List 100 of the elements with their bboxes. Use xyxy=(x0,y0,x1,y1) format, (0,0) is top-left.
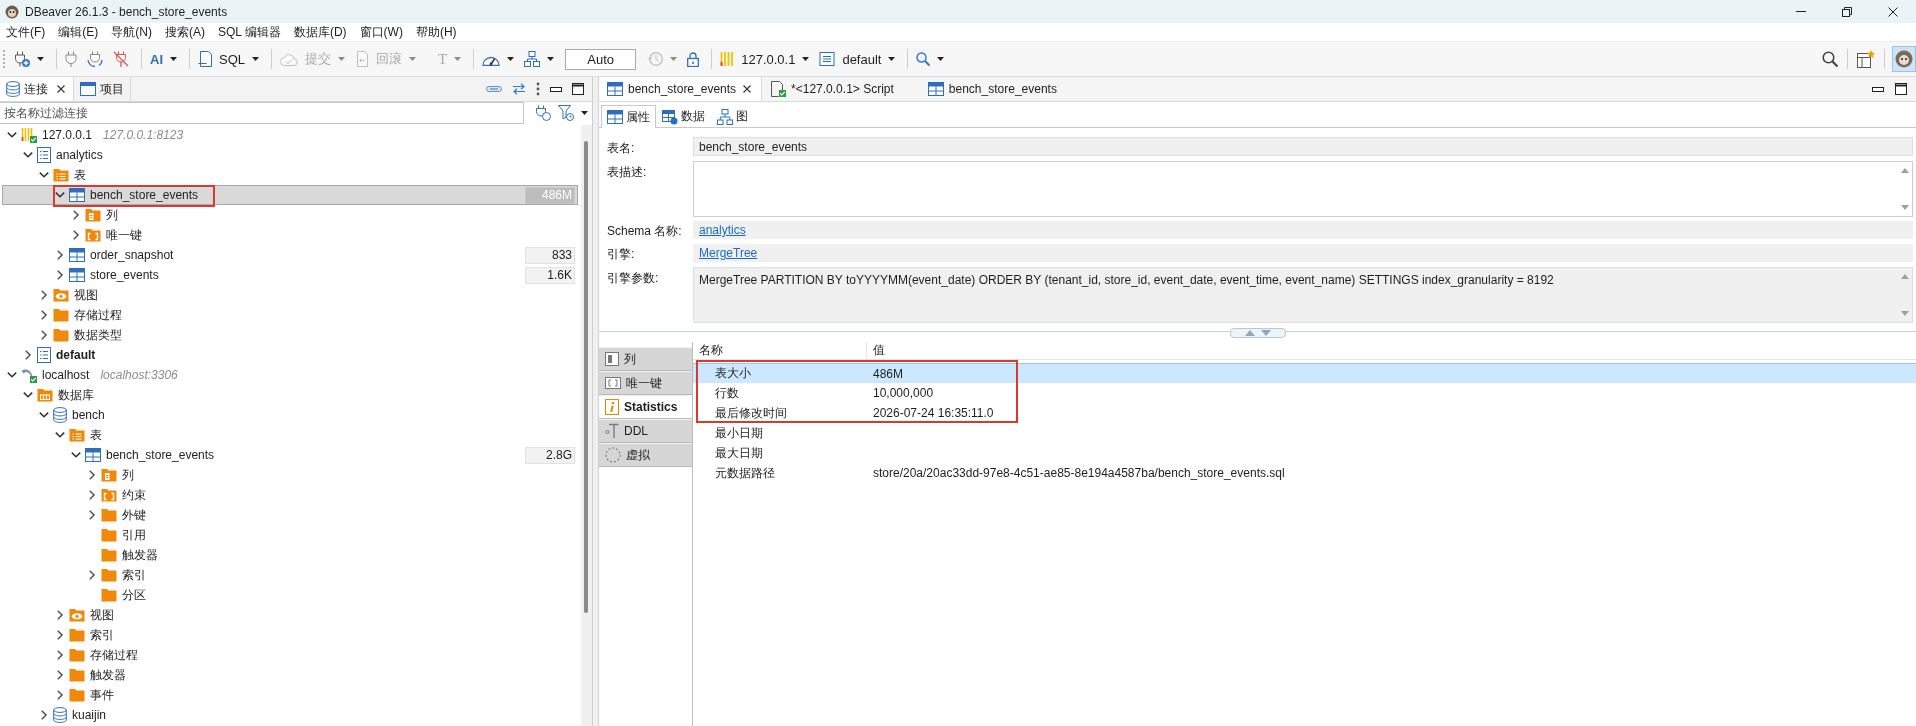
menu-item[interactable]: 数据库(D) xyxy=(287,23,353,41)
side-tab[interactable]: 虚拟 xyxy=(599,443,692,467)
avatar-button[interactable] xyxy=(1892,46,1916,72)
tree-item[interactable]: 分区 xyxy=(2,585,578,605)
chevron-right-icon[interactable] xyxy=(55,690,65,700)
editor-tab[interactable]: *<127.0.0.1> Script xyxy=(762,77,920,101)
link-button[interactable] xyxy=(512,83,526,95)
tree-item[interactable]: 约束 xyxy=(2,485,578,505)
minimize-button[interactable] xyxy=(550,86,562,92)
tree-item[interactable]: default xyxy=(2,345,578,365)
table-row[interactable]: 元数据路径 store/20a/20ac33dd-97e8-4c51-ae85-8e194a4587ba/bench_store_events.sql xyxy=(693,463,1916,483)
scrollbar[interactable] xyxy=(581,125,592,726)
sql-editor-button[interactable]: SQL xyxy=(195,47,262,71)
side-tab[interactable]: 唯一键 xyxy=(599,371,692,395)
chevron-down-icon[interactable] xyxy=(7,370,17,380)
tree-item[interactable]: 数据类型 xyxy=(2,325,578,345)
tree-item[interactable]: 索引 xyxy=(2,625,578,645)
tree-item[interactable]: 索引 xyxy=(2,565,578,585)
side-tab[interactable]: Statistics xyxy=(599,395,692,419)
chevron-down-icon[interactable] xyxy=(23,390,33,400)
tree-item[interactable]: 列 xyxy=(2,465,578,485)
menu-item[interactable]: 文件(F) xyxy=(0,23,52,41)
menu-item[interactable]: 导航(N) xyxy=(105,23,158,41)
chevron-right-icon[interactable] xyxy=(39,290,49,300)
column-header[interactable]: 名称 xyxy=(693,342,867,359)
view-tab[interactable]: 属性 xyxy=(601,105,656,128)
chevron-right-icon[interactable] xyxy=(55,650,65,660)
chevron-down-icon[interactable] xyxy=(71,450,81,460)
tree-item[interactable]: 视图 xyxy=(2,285,578,305)
tree-item[interactable]: 数据库 xyxy=(2,385,578,405)
chevron-right-icon[interactable] xyxy=(39,710,49,720)
menu-item[interactable]: 编辑(E) xyxy=(52,23,105,41)
active-schema-button[interactable]: default xyxy=(816,47,899,71)
tree-item[interactable]: 列 xyxy=(2,205,578,225)
chevron-right-icon[interactable] xyxy=(55,610,65,620)
connection-filter-button[interactable] xyxy=(535,105,551,121)
menu-item[interactable]: 帮助(H) xyxy=(409,23,463,41)
text-field[interactable]: bench_store_events xyxy=(693,137,1913,156)
tree-item[interactable]: bench xyxy=(2,405,578,425)
close-button[interactable] xyxy=(741,83,754,95)
column-header[interactable]: 值 xyxy=(867,342,885,359)
chevron-down-icon[interactable] xyxy=(7,130,17,140)
text-area[interactable]: MergeTree PARTITION BY toYYYYMM(event_date) ORDER BY (tenant_id, store_id, event_date, event_time, event_name) SETTINGS index_granularity = 8192 xyxy=(693,267,1913,323)
tree-item[interactable]: store_events 1.6K xyxy=(2,265,578,285)
ai-button[interactable]: AI xyxy=(147,47,180,71)
table-row[interactable]: 最小日期 xyxy=(693,423,1916,443)
editor-tab[interactable]: bench_store_events xyxy=(919,77,1083,101)
menu-button[interactable] xyxy=(536,82,540,96)
chevron-right-icon[interactable] xyxy=(71,230,81,240)
filter-menu-button[interactable] xyxy=(581,111,588,115)
chevron-right-icon[interactable] xyxy=(87,510,97,520)
chevron-down-icon[interactable] xyxy=(55,430,65,440)
table-row[interactable]: 表大小 486M xyxy=(693,363,1916,383)
chevron-down-icon[interactable] xyxy=(23,150,33,160)
tree-item[interactable]: 引用 xyxy=(2,525,578,545)
panel-tab[interactable]: 项目 xyxy=(74,77,131,101)
link[interactable]: analytics xyxy=(699,223,746,237)
table-row[interactable]: 最后修改时间 2026-07-24 16:35:11.0 xyxy=(693,403,1916,423)
menu-item[interactable]: SQL 编辑器 xyxy=(212,23,287,41)
tree-item[interactable]: bench_store_events 2.8G xyxy=(2,445,578,465)
chevron-right-icon[interactable] xyxy=(39,310,49,320)
tree-item[interactable]: localhost localhost:3306 xyxy=(2,365,578,385)
tree-item[interactable]: 唯一键 xyxy=(2,225,578,245)
link[interactable]: MergeTree xyxy=(699,246,758,260)
tree-item[interactable]: 表 xyxy=(2,425,578,445)
minimize-button[interactable] xyxy=(1872,86,1884,92)
text-field[interactable]: analytics xyxy=(693,221,1913,239)
mode-field[interactable]: Auto xyxy=(565,48,637,70)
tree-item[interactable]: 存储过程 xyxy=(2,645,578,665)
tree-item[interactable]: 触发器 xyxy=(2,665,578,685)
tree-item[interactable]: 127.0.0.1 127.0.0.1:8123 xyxy=(2,125,578,145)
chevron-right-icon[interactable] xyxy=(55,670,65,680)
table-row[interactable]: 行数 10,000,000 xyxy=(693,383,1916,403)
view-tab[interactable]: 数据 xyxy=(656,105,711,127)
chevron-right-icon[interactable] xyxy=(23,350,33,360)
active-connection-button[interactable]: 127.0.0.1 xyxy=(717,47,813,71)
tree-item[interactable]: 视图 xyxy=(2,605,578,625)
chevron-right-icon[interactable] xyxy=(87,490,97,500)
chevron-down-icon[interactable] xyxy=(55,190,65,200)
chevron-right-icon[interactable] xyxy=(55,250,65,260)
collapse-button[interactable] xyxy=(486,86,502,92)
view-tab[interactable]: 图 xyxy=(711,105,754,127)
scrollbar-thumb[interactable] xyxy=(584,141,588,613)
side-tab[interactable]: 列 xyxy=(599,347,692,371)
filter-button[interactable] xyxy=(558,105,574,121)
menu-item[interactable]: 搜索(A) xyxy=(159,23,211,41)
chevron-right-icon[interactable] xyxy=(87,570,97,580)
tree-item[interactable]: kuaijin xyxy=(2,705,578,725)
tree-item[interactable]: 表 xyxy=(2,165,578,185)
tree-item[interactable]: analytics xyxy=(2,145,578,165)
close-button[interactable] xyxy=(55,83,67,95)
tree-item[interactable]: bench_store_events 486M xyxy=(2,185,578,205)
side-tab[interactable]: DDL xyxy=(599,419,692,443)
tree-item[interactable]: 触发器 xyxy=(2,545,578,565)
tree-item[interactable]: order_snapshot 833 xyxy=(2,245,578,265)
chevron-down-icon[interactable] xyxy=(39,410,49,420)
tree-item[interactable]: 事件 xyxy=(2,685,578,705)
chevron-down-icon[interactable] xyxy=(39,170,49,180)
table-row[interactable]: 最大日期 xyxy=(693,443,1916,463)
panel-tab[interactable]: 连接 xyxy=(0,77,74,101)
